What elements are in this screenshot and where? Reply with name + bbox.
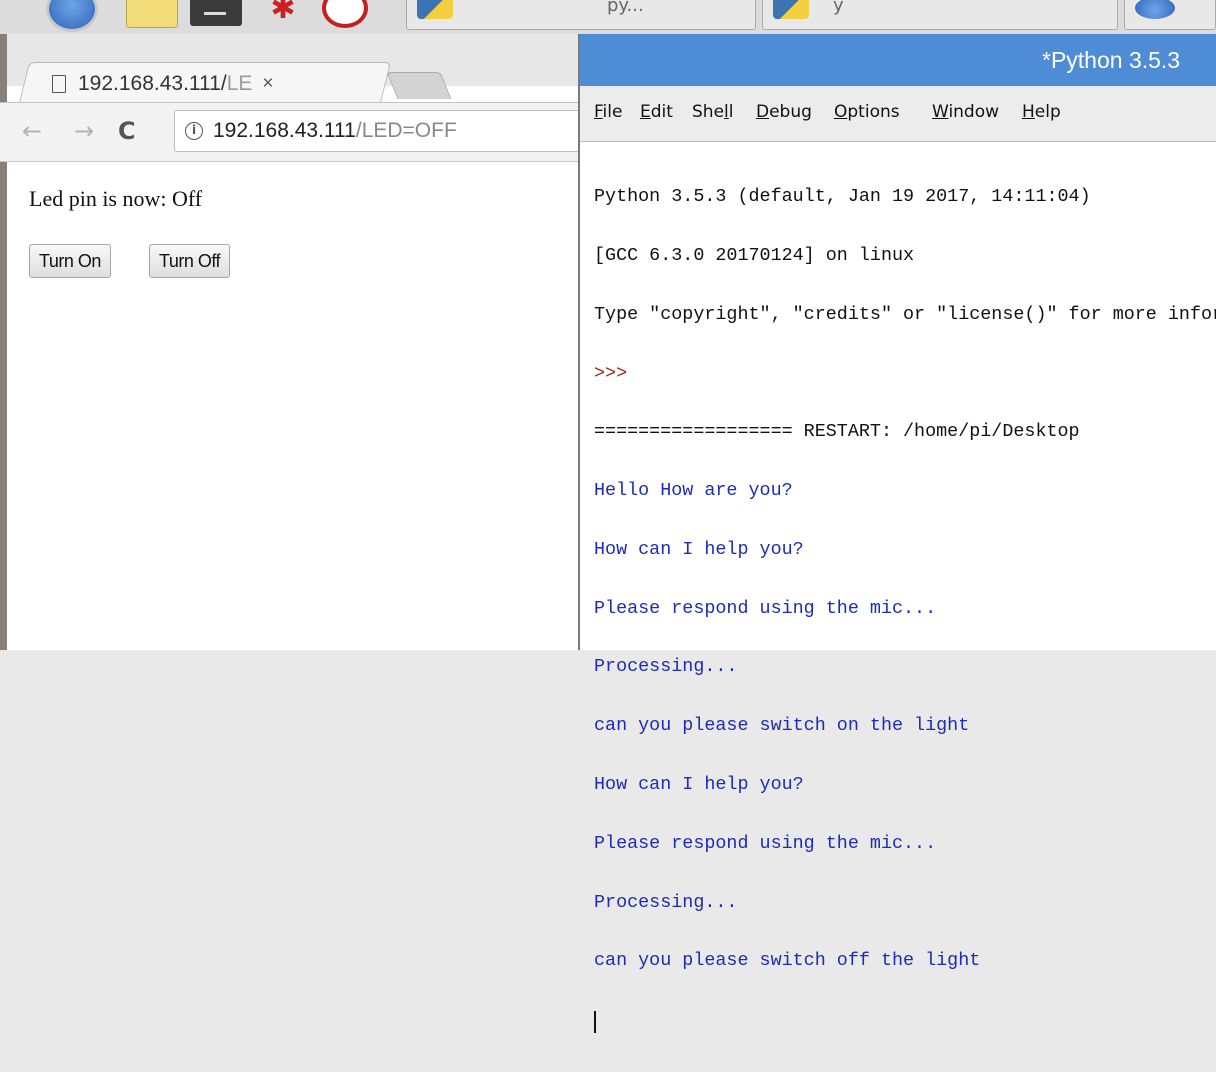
url-host: 192.168.43.111 — [213, 119, 356, 142]
python-icon — [773, 0, 809, 19]
console-output: can you please switch off the light — [594, 950, 981, 972]
wolfram-launcher-icon[interactable] — [322, 0, 368, 28]
console-output: How can I help you? — [594, 538, 804, 560]
taskbar: ✱ py... y — [0, 0, 1216, 34]
tab-close-icon[interactable]: × — [262, 73, 273, 95]
taskbar-window-python-1[interactable]: py... — [406, 0, 756, 30]
console-output: How can I help you? — [594, 774, 804, 795]
taskbar-window-python-2[interactable]: y — [762, 0, 1118, 30]
console-output: Hello How are you? — [594, 480, 793, 502]
taskbar-window-browser[interactable] — [1124, 0, 1216, 30]
math-launcher-icon[interactable]: ✱ — [268, 0, 298, 24]
console-output: Processing... — [594, 891, 738, 913]
shell-menubar: File Edit Shell Debug Options Window Hel… — [580, 86, 1216, 142]
console-output: Please respond using the mic... — [594, 832, 937, 854]
shell-title: *Python 3.5.3 — [1042, 47, 1181, 73]
console-input-line[interactable] — [594, 1010, 1216, 1034]
menu-options[interactable]: Options — [834, 102, 900, 122]
web-browser-launcher-icon[interactable] — [46, 0, 98, 32]
browser-tab-content: 192.168.43.111/LE × — [52, 66, 274, 102]
url-path: /LED=OFF — [355, 119, 457, 142]
led-status-text: Led pin is now: Off — [29, 186, 203, 211]
reload-icon[interactable]: C — [118, 116, 136, 146]
file-manager-launcher-icon[interactable] — [126, 0, 178, 28]
address-bar[interactable]: i 192.168.43.111/LED=OFF — [174, 110, 578, 152]
console-line: Type "copyright", "credits" or "license(… — [594, 303, 1216, 325]
python-icon — [417, 0, 453, 19]
console-line: [GCC 6.3.0 20170124] on linux — [594, 244, 915, 266]
back-arrow-icon[interactable]: ← — [22, 116, 42, 146]
menu-file[interactable]: File — [594, 102, 622, 122]
web-page: Led pin is now: Off Turn On Turn Off — [7, 162, 578, 650]
console-line: ================== RESTART: /home/pi/Des… — [594, 421, 1080, 443]
new-tab-button[interactable] — [386, 72, 452, 99]
turn-off-button[interactable]: Turn Off — [149, 244, 231, 278]
taskbar-window-label: py... — [607, 0, 644, 16]
turn-on-button[interactable]: Turn On — [29, 244, 111, 278]
menu-shell[interactable]: Shell — [692, 102, 734, 122]
console-output: Processing... — [594, 656, 738, 678]
console-output: can you please switch on the light — [594, 715, 970, 737]
shell-titlebar[interactable]: *Python 3.5.3 — [580, 34, 1216, 86]
console-output: Please respond using the mic... — [594, 597, 937, 619]
menu-help[interactable]: Help — [1022, 102, 1061, 122]
menu-window[interactable]: Window — [932, 102, 999, 122]
taskbar-window-label: y — [833, 0, 844, 16]
tab-title: 192.168.43.111/LE — [78, 72, 253, 95]
menu-debug[interactable]: Debug — [756, 102, 812, 122]
text-cursor — [594, 1011, 596, 1034]
terminal-launcher-icon[interactable] — [190, 0, 242, 26]
python-shell-window: *Python 3.5.3 File Edit Shell Debug Opti… — [578, 34, 1216, 1034]
shell-console[interactable]: Python 3.5.3 (default, Jan 19 2017, 14:1… — [594, 148, 1216, 1072]
console-line: Python 3.5.3 (default, Jan 19 2017, 14:1… — [594, 186, 1091, 208]
menu-edit[interactable]: Edit — [640, 102, 673, 122]
browser-icon — [1135, 0, 1175, 19]
page-icon — [52, 75, 66, 93]
console-prompt: >>> — [594, 362, 639, 384]
forward-arrow-icon[interactable]: → — [74, 116, 94, 146]
info-icon[interactable]: i — [185, 122, 203, 140]
